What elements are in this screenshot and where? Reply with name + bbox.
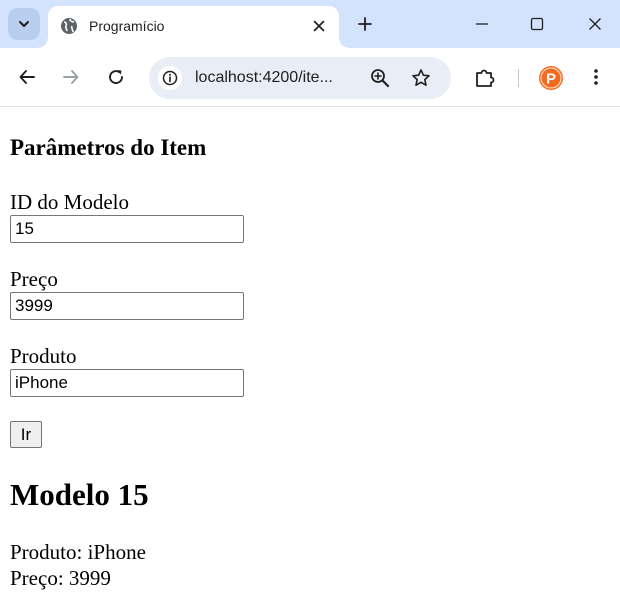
close-icon <box>313 20 325 32</box>
star-icon <box>412 69 430 86</box>
tab-close-button[interactable] <box>308 15 330 37</box>
arrow-left-icon <box>19 70 35 84</box>
back-button[interactable] <box>13 63 41 91</box>
forward-button[interactable] <box>57 63 85 91</box>
site-info-icon <box>162 70 178 86</box>
browser-menu-button[interactable] <box>582 63 610 91</box>
product-label: Produto <box>10 344 77 368</box>
plus-icon <box>358 17 372 31</box>
price-label: Preço <box>10 267 58 291</box>
tab-title: Programício <box>89 18 165 34</box>
zoom-button[interactable] <box>369 67 391 89</box>
address-bar[interactable]: localhost:4200/ite... <box>149 57 451 99</box>
extensions-button[interactable] <box>471 63 499 91</box>
tab-search-button[interactable] <box>8 8 40 40</box>
go-button[interactable]: Ir <box>10 421 42 448</box>
minimize-icon <box>476 23 488 25</box>
result-product: Produto: iPhone <box>10 540 146 564</box>
zoom-in-icon <box>371 69 390 88</box>
maximize-icon <box>530 17 544 31</box>
price-input[interactable]: 3999 <box>10 292 244 320</box>
globe-icon <box>61 18 77 34</box>
result-price: Preço: 3999 <box>10 566 111 590</box>
tab-strip: Programício <box>0 0 620 48</box>
model-id-input[interactable]: 15 <box>10 215 244 243</box>
reload-icon <box>109 70 123 84</box>
reload-button[interactable] <box>102 63 130 91</box>
profile-avatar-icon[interactable]: P <box>538 65 564 91</box>
maximize-button[interactable] <box>523 10 551 38</box>
profile-initial: P <box>546 71 556 88</box>
close-window-button[interactable] <box>581 10 609 38</box>
browser-tab[interactable]: Programício <box>38 6 349 48</box>
product-input[interactable]: iPhone <box>10 369 244 397</box>
page-heading: Parâmetros do Item <box>10 135 207 160</box>
arrow-right-icon <box>63 70 79 84</box>
chevron-down-icon <box>19 21 29 27</box>
puzzle-icon <box>476 69 495 87</box>
kebab-icon <box>594 69 598 85</box>
toolbar-divider <box>518 69 519 87</box>
bookmark-button[interactable] <box>410 67 432 89</box>
result-title: Modelo 15 <box>10 477 149 512</box>
url-text: localhost:4200/ite... <box>195 69 333 86</box>
minimize-button[interactable] <box>468 10 496 38</box>
close-icon <box>589 18 601 30</box>
site-info-button[interactable] <box>158 66 182 90</box>
browser-toolbar: localhost:4200/ite... P <box>0 48 620 107</box>
new-tab-button[interactable] <box>352 11 378 37</box>
model-id-label: ID do Modelo <box>10 190 129 214</box>
